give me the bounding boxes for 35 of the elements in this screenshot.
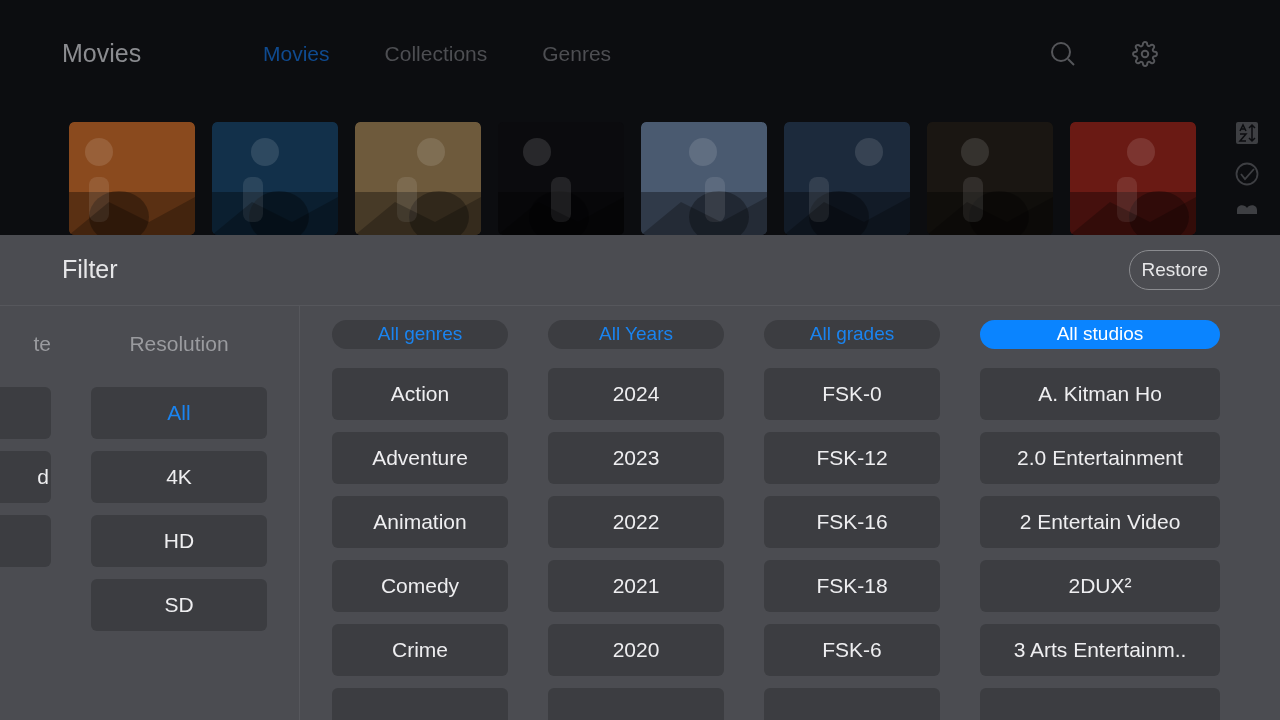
option-button[interactable]: FSK-12 bbox=[764, 431, 940, 484]
option-button[interactable]: Animation bbox=[332, 495, 508, 548]
option-button[interactable]: 2DUX² bbox=[980, 559, 1220, 612]
option-button[interactable]: Adventure bbox=[332, 431, 508, 484]
option-button[interactable]: FSK-18 bbox=[764, 559, 940, 612]
option-button[interactable]: 4K bbox=[91, 451, 267, 503]
option-button[interactable]: FSK-16 bbox=[764, 495, 940, 548]
option-button[interactable]: Crime bbox=[332, 623, 508, 676]
filter-pill[interactable]: All studios bbox=[980, 320, 1220, 349]
option-button[interactable]: A. Kitman Ho bbox=[980, 367, 1220, 420]
page-title: Movies bbox=[62, 38, 143, 70]
option-button[interactable]: 2024 bbox=[548, 367, 724, 420]
option-button[interactable]: d bbox=[0, 451, 51, 503]
option-button[interactable]: 2020 bbox=[548, 623, 724, 676]
option-button[interactable]: SD bbox=[91, 579, 267, 631]
option-button[interactable]: HD bbox=[91, 515, 267, 567]
option-button[interactable]: 3 Arts Entertainm.. bbox=[980, 623, 1220, 676]
sort-icon[interactable] bbox=[1236, 122, 1258, 144]
column-heading: Resolution bbox=[129, 331, 229, 358]
option-button[interactable]: Comedy bbox=[332, 559, 508, 612]
option-button[interactable]: 2 Entertain Video bbox=[980, 495, 1220, 548]
restore-button[interactable]: Restore bbox=[1129, 250, 1220, 290]
option-button[interactable]: 2.0 Entertainment bbox=[980, 431, 1220, 484]
column-heading: te bbox=[33, 331, 51, 358]
panel-title: Filter bbox=[62, 254, 118, 286]
option-button[interactable]: Action bbox=[332, 367, 508, 420]
option-button[interactable]: FSK-6 bbox=[764, 623, 940, 676]
option-button[interactable]: 2023 bbox=[548, 431, 724, 484]
heart-icon[interactable] bbox=[1235, 204, 1259, 214]
option-button[interactable]: FSK-0 bbox=[764, 367, 940, 420]
settings-icon[interactable] bbox=[1132, 41, 1158, 67]
option-button[interactable]: 2021 bbox=[548, 559, 724, 612]
search-icon[interactable] bbox=[1050, 41, 1076, 67]
check-circle-icon[interactable] bbox=[1235, 162, 1259, 186]
option-button[interactable]: 2022 bbox=[548, 495, 724, 548]
